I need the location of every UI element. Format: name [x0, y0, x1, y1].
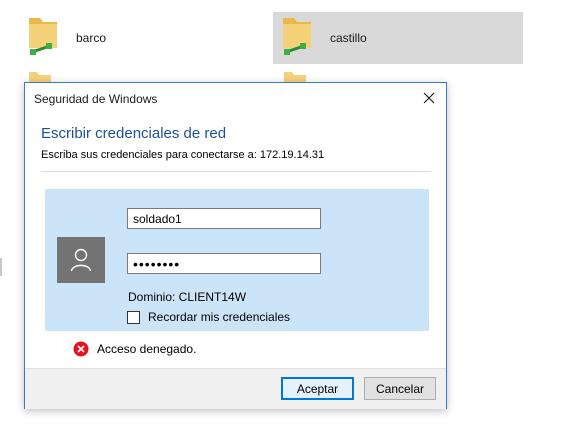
domain-label: Dominio: CLIENT14W [128, 290, 247, 304]
folder-label: barco [76, 31, 107, 45]
avatar [57, 237, 105, 283]
credentials-dialog: Seguridad de Windows Escribir credencial… [24, 82, 447, 409]
network-folder-icon [283, 18, 311, 55]
cancel-button[interactable]: Cancelar [364, 377, 436, 400]
dialog-footer: Aceptar Cancelar [25, 368, 446, 409]
credential-panel[interactable]: Dominio: CLIENT14W Recordar mis credenci… [45, 189, 429, 331]
desktop-page: barco castillo Seguridad de Windows Escr [0, 0, 564, 442]
error-text: Acceso denegado. [97, 342, 197, 356]
user-icon [70, 248, 92, 272]
scroll-edge [0, 258, 2, 276]
dialog-heading: Escribir credenciales de red [41, 125, 227, 142]
divider [41, 171, 431, 172]
error-icon [73, 341, 89, 357]
error-message: Acceso denegado. [73, 341, 196, 357]
dialog-title: Seguridad de Windows [34, 92, 158, 106]
close-icon [423, 92, 435, 104]
dialog-subtitle: Escriba sus credenciales para conectarse… [41, 149, 325, 161]
remember-credentials-option[interactable]: Recordar mis credenciales [127, 310, 290, 324]
folder-item-castillo[interactable]: castillo [273, 12, 523, 64]
password-field[interactable] [127, 253, 321, 274]
remember-label: Recordar mis credenciales [148, 310, 291, 324]
close-button[interactable] [418, 87, 440, 109]
folder-item-barco[interactable]: barco [18, 12, 268, 64]
username-field[interactable] [127, 208, 321, 229]
accept-button[interactable]: Aceptar [281, 377, 354, 400]
network-folder-icon [29, 18, 57, 55]
folder-label: castillo [330, 31, 367, 45]
remember-checkbox[interactable] [127, 310, 140, 324]
